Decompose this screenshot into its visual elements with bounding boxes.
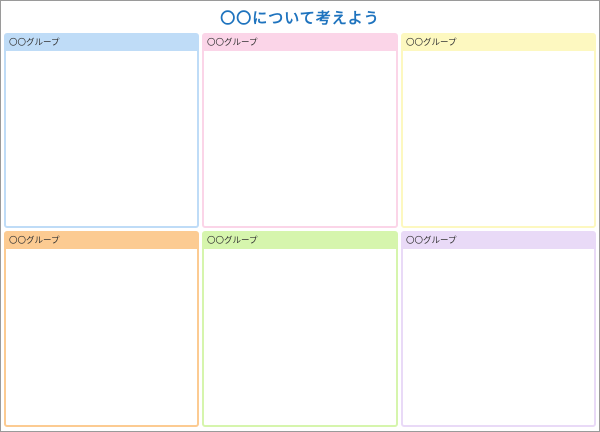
group-panel-writing-area[interactable] xyxy=(204,51,396,226)
group-panel-header: 〇〇グループ xyxy=(403,35,594,51)
worksheet: 〇〇について考えよう 〇〇グループ 〇〇グループ 〇〇グループ 〇〇グループ 〇… xyxy=(0,0,600,432)
group-panel-header: 〇〇グループ xyxy=(204,35,396,51)
group-panel-writing-area[interactable] xyxy=(403,51,594,226)
group-panel-2: 〇〇グループ xyxy=(202,33,398,228)
group-panel-header: 〇〇グループ xyxy=(6,35,197,51)
group-panel-header: 〇〇グループ xyxy=(6,233,197,249)
group-panel-4: 〇〇グループ xyxy=(4,231,199,427)
group-panel-header: 〇〇グループ xyxy=(204,233,396,249)
group-panel-1: 〇〇グループ xyxy=(4,33,199,228)
group-panel-writing-area[interactable] xyxy=(204,249,396,425)
group-panel-writing-area[interactable] xyxy=(6,51,197,226)
group-panel-writing-area[interactable] xyxy=(6,249,197,425)
group-panel-6: 〇〇グループ xyxy=(401,231,596,427)
page-title: 〇〇について考えよう xyxy=(220,9,380,27)
group-panel-3: 〇〇グループ xyxy=(401,33,596,228)
group-panel-header: 〇〇グループ xyxy=(403,233,594,249)
group-panel-writing-area[interactable] xyxy=(403,249,594,425)
group-panel-5: 〇〇グループ xyxy=(202,231,398,427)
